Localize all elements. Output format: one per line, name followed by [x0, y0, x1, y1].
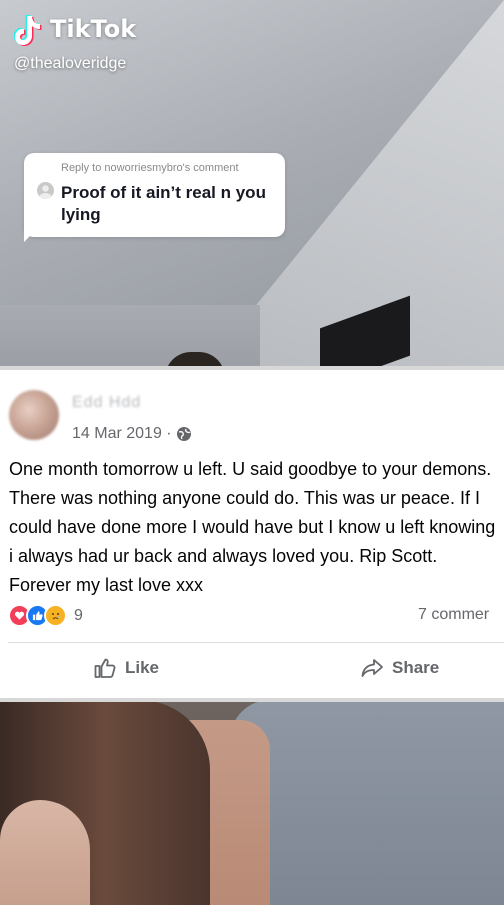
facebook-post-card: Edd Hdd 14 Mar 2019 · One month tomorrow… [0, 370, 504, 698]
post-meta: 14 Mar 2019 · [72, 425, 192, 443]
person-shirt [230, 700, 504, 905]
share-button-label: Share [392, 658, 440, 677]
reaction-count: 9 [74, 606, 83, 624]
reactions-summary[interactable]: 9 [8, 604, 83, 627]
globe-icon [176, 427, 191, 441]
tiktok-watermark: TikTok [14, 12, 136, 46]
reply-comment-text: Proof of it ain’t real n you lying [61, 183, 266, 224]
author-name[interactable]: Edd Hdd [72, 394, 141, 412]
commenter-avatar-icon [37, 182, 54, 199]
person-hand [0, 800, 90, 905]
author-avatar[interactable] [9, 390, 59, 440]
reply-comment-sticker[interactable]: Reply to noworriesmybro's comment Proof … [24, 153, 285, 237]
wall-left [0, 305, 260, 370]
creator-handle: @thealoveridge [14, 55, 127, 72]
reply-header: Reply to noworriesmybro's comment [61, 162, 239, 174]
comments-count-link[interactable]: 7 commer [418, 606, 504, 624]
share-arrow-icon [361, 659, 383, 677]
reply-bubble-tail [24, 228, 38, 242]
post-text: One month tomorrow u left. U said goodby… [9, 459, 496, 595]
thumbs-up-icon [94, 658, 116, 678]
sad-reaction-icon [44, 604, 67, 627]
like-button-label: Like [125, 658, 160, 677]
tiktok-note-icon [14, 15, 42, 46]
share-button[interactable]: Share [360, 656, 439, 680]
action-divider [8, 642, 504, 643]
post-date[interactable]: 14 Mar 2019 · [72, 425, 172, 443]
tiktok-brand-text: TikTok [50, 15, 137, 43]
like-button[interactable]: Like [93, 656, 159, 680]
